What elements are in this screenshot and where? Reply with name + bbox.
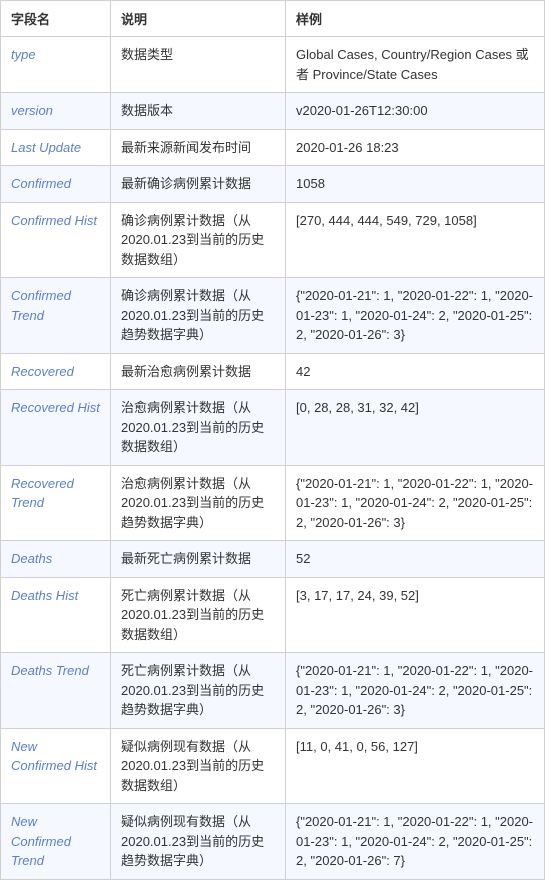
table-row: New Confirmed Trend疑似病例现有数据（从2020.01.23到… <box>1 804 545 880</box>
field-example: [3, 17, 17, 24, 39, 52] <box>286 577 545 653</box>
field-description: 确诊病例累计数据（从2020.01.23到当前的历史数据数组） <box>111 202 286 278</box>
field-example: {"2020-01-21": 1, "2020-01-22": 1, "2020… <box>286 465 545 541</box>
field-name: Deaths Trend <box>1 653 111 729</box>
field-name: Confirmed Trend <box>1 278 111 354</box>
table-row: Recovered Trend治愈病例累计数据（从2020.01.23到当前的历… <box>1 465 545 541</box>
table-row: type数据类型Global Cases, Country/Region Cas… <box>1 37 545 93</box>
field-name: Deaths Hist <box>1 577 111 653</box>
field-name: Recovered Trend <box>1 465 111 541</box>
field-description: 治愈病例累计数据（从2020.01.23到当前的历史趋势数据字典） <box>111 465 286 541</box>
field-description: 治愈病例累计数据（从2020.01.23到当前的历史数据数组） <box>111 390 286 466</box>
table-row: version数据版本v2020-01-26T12:30:00 <box>1 93 545 130</box>
table-row: New Confirmed Hist疑似病例现有数据（从2020.01.23到当… <box>1 728 545 804</box>
field-name: Recovered Hist <box>1 390 111 466</box>
field-name: type <box>1 37 111 93</box>
field-description: 最新死亡病例累计数据 <box>111 541 286 578</box>
field-name: New Confirmed Trend <box>1 804 111 880</box>
field-example: v2020-01-26T12:30:00 <box>286 93 545 130</box>
field-example: [270, 444, 444, 549, 729, 1058] <box>286 202 545 278</box>
field-example: {"2020-01-21": 1, "2020-01-22": 1, "2020… <box>286 653 545 729</box>
col-header-description: 说明 <box>111 1 286 37</box>
field-example: {"2020-01-21": 1, "2020-01-22": 1, "2020… <box>286 804 545 880</box>
field-example: 52 <box>286 541 545 578</box>
field-description: 数据类型 <box>111 37 286 93</box>
table-row: Recovered最新治愈病例累计数据42 <box>1 353 545 390</box>
field-example: {"2020-01-21": 1, "2020-01-22": 1, "2020… <box>286 278 545 354</box>
table-row: Confirmed Hist确诊病例累计数据（从2020.01.23到当前的历史… <box>1 202 545 278</box>
field-description: 数据版本 <box>111 93 286 130</box>
field-name: Deaths <box>1 541 111 578</box>
field-example: 1058 <box>286 166 545 203</box>
field-description: 死亡病例累计数据（从2020.01.23到当前的历史趋势数据字典） <box>111 653 286 729</box>
field-example: 2020-01-26 18:23 <box>286 129 545 166</box>
field-name: New Confirmed Hist <box>1 728 111 804</box>
table-row: Confirmed Trend确诊病例累计数据（从2020.01.23到当前的历… <box>1 278 545 354</box>
field-name: Recovered <box>1 353 111 390</box>
table-row: Deaths最新死亡病例累计数据52 <box>1 541 545 578</box>
field-description: 最新确诊病例累计数据 <box>111 166 286 203</box>
data-table: 字段名 说明 样例 type数据类型Global Cases, Country/… <box>0 0 545 880</box>
field-name: Last Update <box>1 129 111 166</box>
col-header-field: 字段名 <box>1 1 111 37</box>
field-description: 疑似病例现有数据（从2020.01.23到当前的历史趋势数据字典） <box>111 804 286 880</box>
field-description: 最新治愈病例累计数据 <box>111 353 286 390</box>
field-example: [0, 28, 28, 31, 32, 42] <box>286 390 545 466</box>
field-example: [11, 0, 41, 0, 56, 127] <box>286 728 545 804</box>
field-description: 疑似病例现有数据（从2020.01.23到当前的历史数据数组） <box>111 728 286 804</box>
table-row: Deaths Trend死亡病例累计数据（从2020.01.23到当前的历史趋势… <box>1 653 545 729</box>
table-row: Recovered Hist治愈病例累计数据（从2020.01.23到当前的历史… <box>1 390 545 466</box>
field-name: version <box>1 93 111 130</box>
field-description: 确诊病例累计数据（从2020.01.23到当前的历史趋势数据字典） <box>111 278 286 354</box>
col-header-example: 样例 <box>286 1 545 37</box>
field-description: 死亡病例累计数据（从2020.01.23到当前的历史数据数组） <box>111 577 286 653</box>
field-example: Global Cases, Country/Region Cases 或者 Pr… <box>286 37 545 93</box>
table-row: Last Update最新来源新闻发布时间2020-01-26 18:23 <box>1 129 545 166</box>
field-description: 最新来源新闻发布时间 <box>111 129 286 166</box>
field-example: 42 <box>286 353 545 390</box>
field-name: Confirmed <box>1 166 111 203</box>
table-row: Confirmed最新确诊病例累计数据1058 <box>1 166 545 203</box>
table-row: Deaths Hist死亡病例累计数据（从2020.01.23到当前的历史数据数… <box>1 577 545 653</box>
field-name: Confirmed Hist <box>1 202 111 278</box>
